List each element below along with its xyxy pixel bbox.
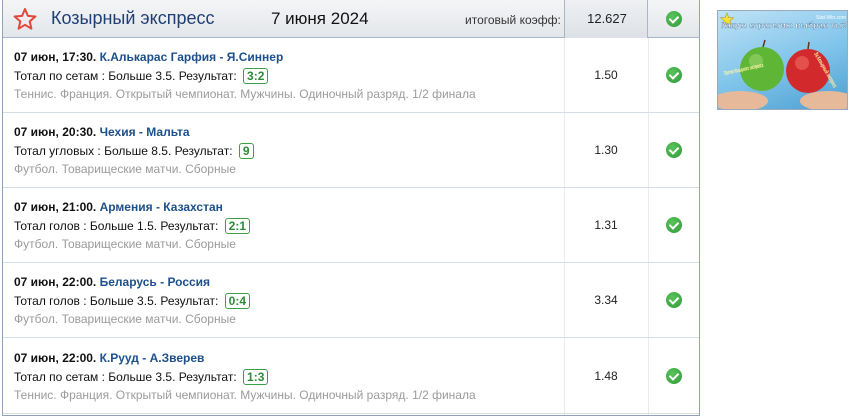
total-coef-cell: 12.627 [564,0,648,38]
event-teams-link[interactable]: К.Рууд - А.Зверев [100,351,205,365]
event-league: Футбол. Товарищеские матчи. Сборные [14,312,236,326]
event-row: 07 июн, 17:30. К.Алькарас Гарфия - Я.Син… [3,38,699,113]
apples-illustration: Stat-Win.com Какую стратегию выбрал ты? … [718,12,848,109]
event-odd: 3.34 [594,293,618,307]
event-teams-link[interactable]: Чехия - Мальта [100,125,190,139]
right-hand [800,91,847,109]
check-circle-icon [666,368,682,384]
event-bet: Тотал по сетам : Больше 3.5. Результат: [14,370,237,384]
event-odd: 1.48 [594,369,618,383]
event-time: 07 июн, 20:30. [14,125,97,139]
promo-question: Какую стратегию выбрал ты? [721,20,848,30]
event-row: 07 июн, 20:30. Чехия - Мальта Тотал угло… [3,113,699,188]
event-time: 07 июн, 21:00. [14,200,97,214]
event-time: 07 июн, 22:00. [14,351,97,365]
event-league: Теннис. Франция. Открытый чемпионат. Муж… [14,87,476,101]
promo-banner[interactable]: Stat-Win.com Какую стратегию выбрал ты? … [717,10,848,110]
total-coef-label: итоговый коэфф: [465,13,561,27]
event-teams-link[interactable]: Беларусь - Россия [100,275,210,289]
event-teams-link[interactable]: Армения - Казахстан [100,200,223,214]
event-odd: 1.30 [594,143,618,157]
express-date: 7 июня 2024 [271,9,369,28]
event-league: Теннис. Франция. Открытый чемпионат. Муж… [14,388,476,402]
express-card: Козырный экспресс 7 июня 2024 итоговый к… [2,0,700,416]
event-odd: 1.50 [594,68,618,82]
total-coef-value: 12.627 [587,11,627,26]
event-bet: Тотал голов : Больше 1.5. Результат: [14,219,219,233]
event-odd: 1.31 [594,218,618,232]
express-header: Козырный экспресс 7 июня 2024 итоговый к… [3,0,699,38]
event-bet: Тотал угловых : Больше 8.5. Результат: [14,144,233,158]
event-result-badge: 1:3 [243,369,269,385]
check-circle-icon [666,11,682,27]
event-time: 07 июн, 22:00. [14,275,97,289]
left-hand [718,91,768,109]
event-bet: Тотал голов : Больше 3.5. Результат: [14,294,219,308]
event-result-badge: 2:1 [224,218,251,234]
star-icon [13,8,37,30]
event-league: Футбол. Товарищеские матчи. Сборные [14,162,236,176]
event-row: 07 июн, 22:00. К.Рууд - А.Зверев Тотал п… [3,339,699,414]
event-league: Футбол. Товарищеские матчи. Сборные [14,237,236,251]
event-row: 07 июн, 21:00. Армения - Казахстан Тотал… [3,188,699,263]
event-result-badge: 0:4 [224,293,251,309]
check-circle-icon [666,142,682,158]
event-teams-link[interactable]: К.Алькарас Гарфия - Я.Синнер [100,50,284,64]
express-title[interactable]: Козырный экспресс [51,8,214,29]
event-result-badge: 3:2 [243,68,269,84]
check-circle-icon [666,292,682,308]
check-circle-icon [666,217,682,233]
event-result-badge: 9 [238,143,254,159]
event-time: 07 июн, 17:30. [14,50,97,64]
event-bet: Тотал по сетам : Больше 3.5. Результат: [14,69,237,83]
event-row: 07 июн, 22:00. Беларусь - Россия Тотал г… [3,263,699,338]
check-circle-icon [666,67,682,83]
